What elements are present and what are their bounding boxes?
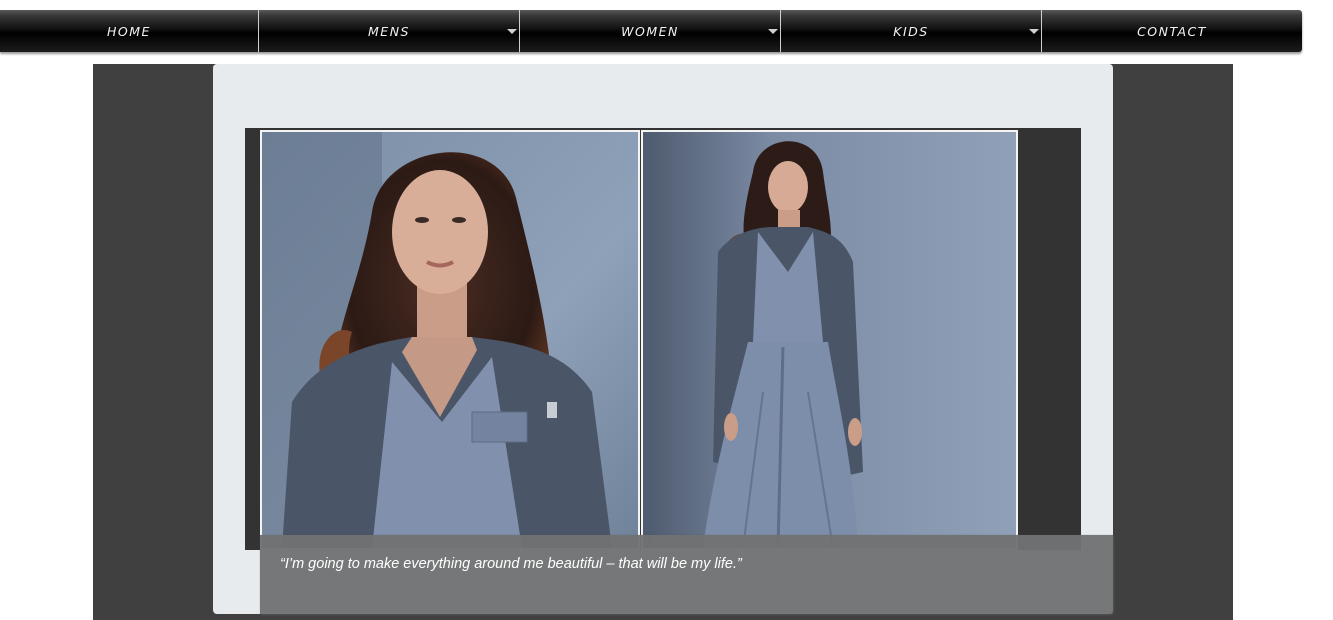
chevron-down-icon bbox=[507, 29, 517, 34]
nav-item-kids-label: KIDS bbox=[893, 23, 929, 39]
nav-item-kids[interactable]: KIDS bbox=[781, 10, 1042, 52]
nav-item-home-label: HOME bbox=[107, 23, 151, 39]
nav-item-contact[interactable]: CONTACT bbox=[1042, 10, 1302, 52]
portrait-photo bbox=[262, 132, 638, 548]
slide-image-portrait[interactable] bbox=[260, 130, 640, 550]
nav-item-contact-label: CONTACT bbox=[1137, 23, 1207, 39]
nav-item-women-label: WOMEN bbox=[621, 23, 679, 39]
chevron-down-icon bbox=[768, 29, 778, 34]
slide-caption: “I’m going to make everything around me … bbox=[260, 535, 1113, 614]
slide-image-full-length[interactable] bbox=[641, 130, 1018, 550]
chevron-down-icon bbox=[1029, 29, 1039, 34]
nav-item-women[interactable]: WOMEN bbox=[520, 10, 781, 52]
main-navbar: HOME MENS WOMEN KIDS CONTACT bbox=[0, 10, 1302, 52]
nav-item-home[interactable]: HOME bbox=[0, 10, 259, 52]
slide-caption-quote: “I’m going to make everything around me … bbox=[280, 556, 742, 572]
full-length-photo bbox=[643, 132, 1016, 548]
nav-item-mens[interactable]: MENS bbox=[259, 10, 520, 52]
nav-item-mens-label: MENS bbox=[368, 23, 410, 39]
